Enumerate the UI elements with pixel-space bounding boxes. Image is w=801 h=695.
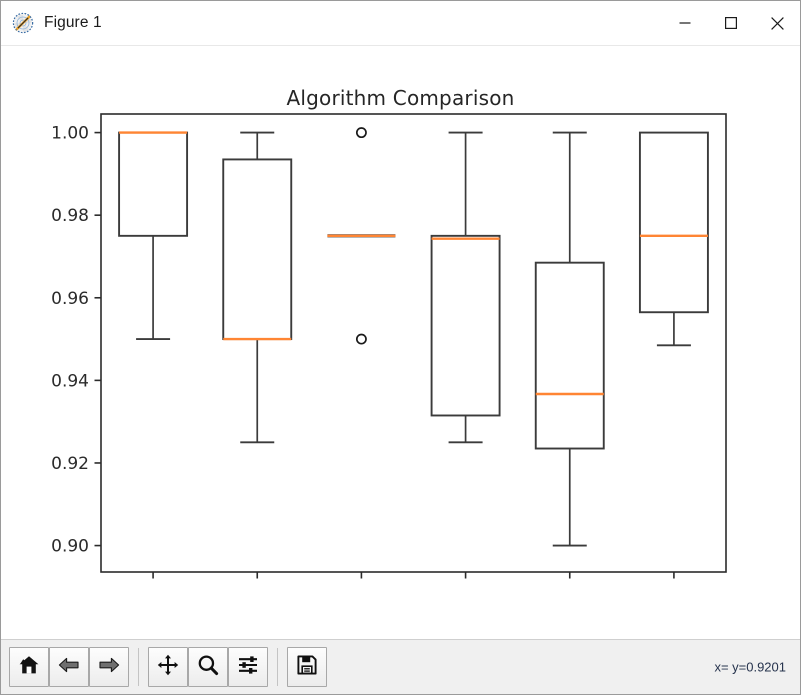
coordinate-readout: x= y=0.9201 <box>714 659 786 675</box>
y-tick-label: 1.00 <box>51 124 89 144</box>
toolbar-separator-2 <box>277 648 278 686</box>
x-tick-label: CART <box>446 585 486 586</box>
toolbar-group-navigation <box>9 647 129 687</box>
window-controls <box>662 1 800 45</box>
box-rect <box>222 158 293 341</box>
figure-window: Figure 1 Algorithm Comparison 0.90 0.92 … <box>0 0 801 695</box>
y-tick-label: 0.94 <box>51 371 89 391</box>
back-button[interactable] <box>49 647 89 687</box>
x-tick-label: SVM <box>658 585 691 586</box>
move-cross-icon <box>156 653 180 682</box>
y-tick-label: 0.96 <box>51 289 89 309</box>
pan-button[interactable] <box>148 647 188 687</box>
x-tick-label: LDA <box>242 585 273 586</box>
toolbar-group-tools <box>148 647 268 687</box>
figure-canvas[interactable]: Algorithm Comparison 0.90 0.92 0.94 0.96 0.9… <box>1 46 800 639</box>
boxplot-box-nb <box>534 131 605 547</box>
x-tick-label: LR <box>144 585 163 586</box>
close-button[interactable] <box>754 1 800 45</box>
x-tick-label: KNN <box>345 585 377 586</box>
boxplot-box-lr <box>118 131 189 341</box>
configure-subplots-button[interactable] <box>228 647 268 687</box>
box-rect <box>430 234 501 417</box>
box-rect <box>118 131 189 237</box>
axes-frame <box>100 113 727 573</box>
window-title: Figure 1 <box>44 14 102 31</box>
right-arrow-icon <box>97 653 121 682</box>
box-rect <box>638 131 709 314</box>
maximize-button[interactable] <box>708 1 754 45</box>
floppy-disk-icon <box>295 653 319 682</box>
home-icon <box>17 653 41 682</box>
home-button[interactable] <box>9 647 49 687</box>
boxplot-box-knn <box>327 127 396 345</box>
boxplot-axes: 0.90 0.92 0.94 0.96 0.98 1.00 LR LDA KNN CART NB SV… <box>51 113 727 586</box>
y-tick-label: 0.98 <box>51 206 89 226</box>
left-arrow-icon <box>57 653 81 682</box>
navigation-toolbar: x= y=0.9201 <box>1 639 800 694</box>
window-titlebar: Figure 1 <box>1 1 800 46</box>
box-rect <box>534 261 605 450</box>
toolbar-separator-1 <box>138 648 139 686</box>
close-icon <box>770 16 784 30</box>
flier-marker <box>355 127 367 139</box>
matplotlib-logo-icon <box>12 12 34 34</box>
minimize-icon <box>679 17 691 29</box>
toolbar-group-file <box>287 647 327 687</box>
magnifier-icon <box>196 653 220 682</box>
boxplot-box-cart <box>430 131 501 444</box>
zoom-button[interactable] <box>188 647 228 687</box>
x-tick-label: NB <box>559 585 581 586</box>
forward-button[interactable] <box>89 647 129 687</box>
save-button[interactable] <box>287 647 327 687</box>
boxplot-box-svm <box>638 131 709 347</box>
maximize-icon <box>725 17 737 29</box>
y-tick-label: 0.90 <box>51 537 89 557</box>
sliders-icon <box>236 653 260 682</box>
minimize-button[interactable] <box>662 1 708 45</box>
boxplot-box-lda <box>222 131 293 444</box>
y-tick-label: 0.92 <box>51 454 89 474</box>
flier-marker <box>355 333 367 345</box>
